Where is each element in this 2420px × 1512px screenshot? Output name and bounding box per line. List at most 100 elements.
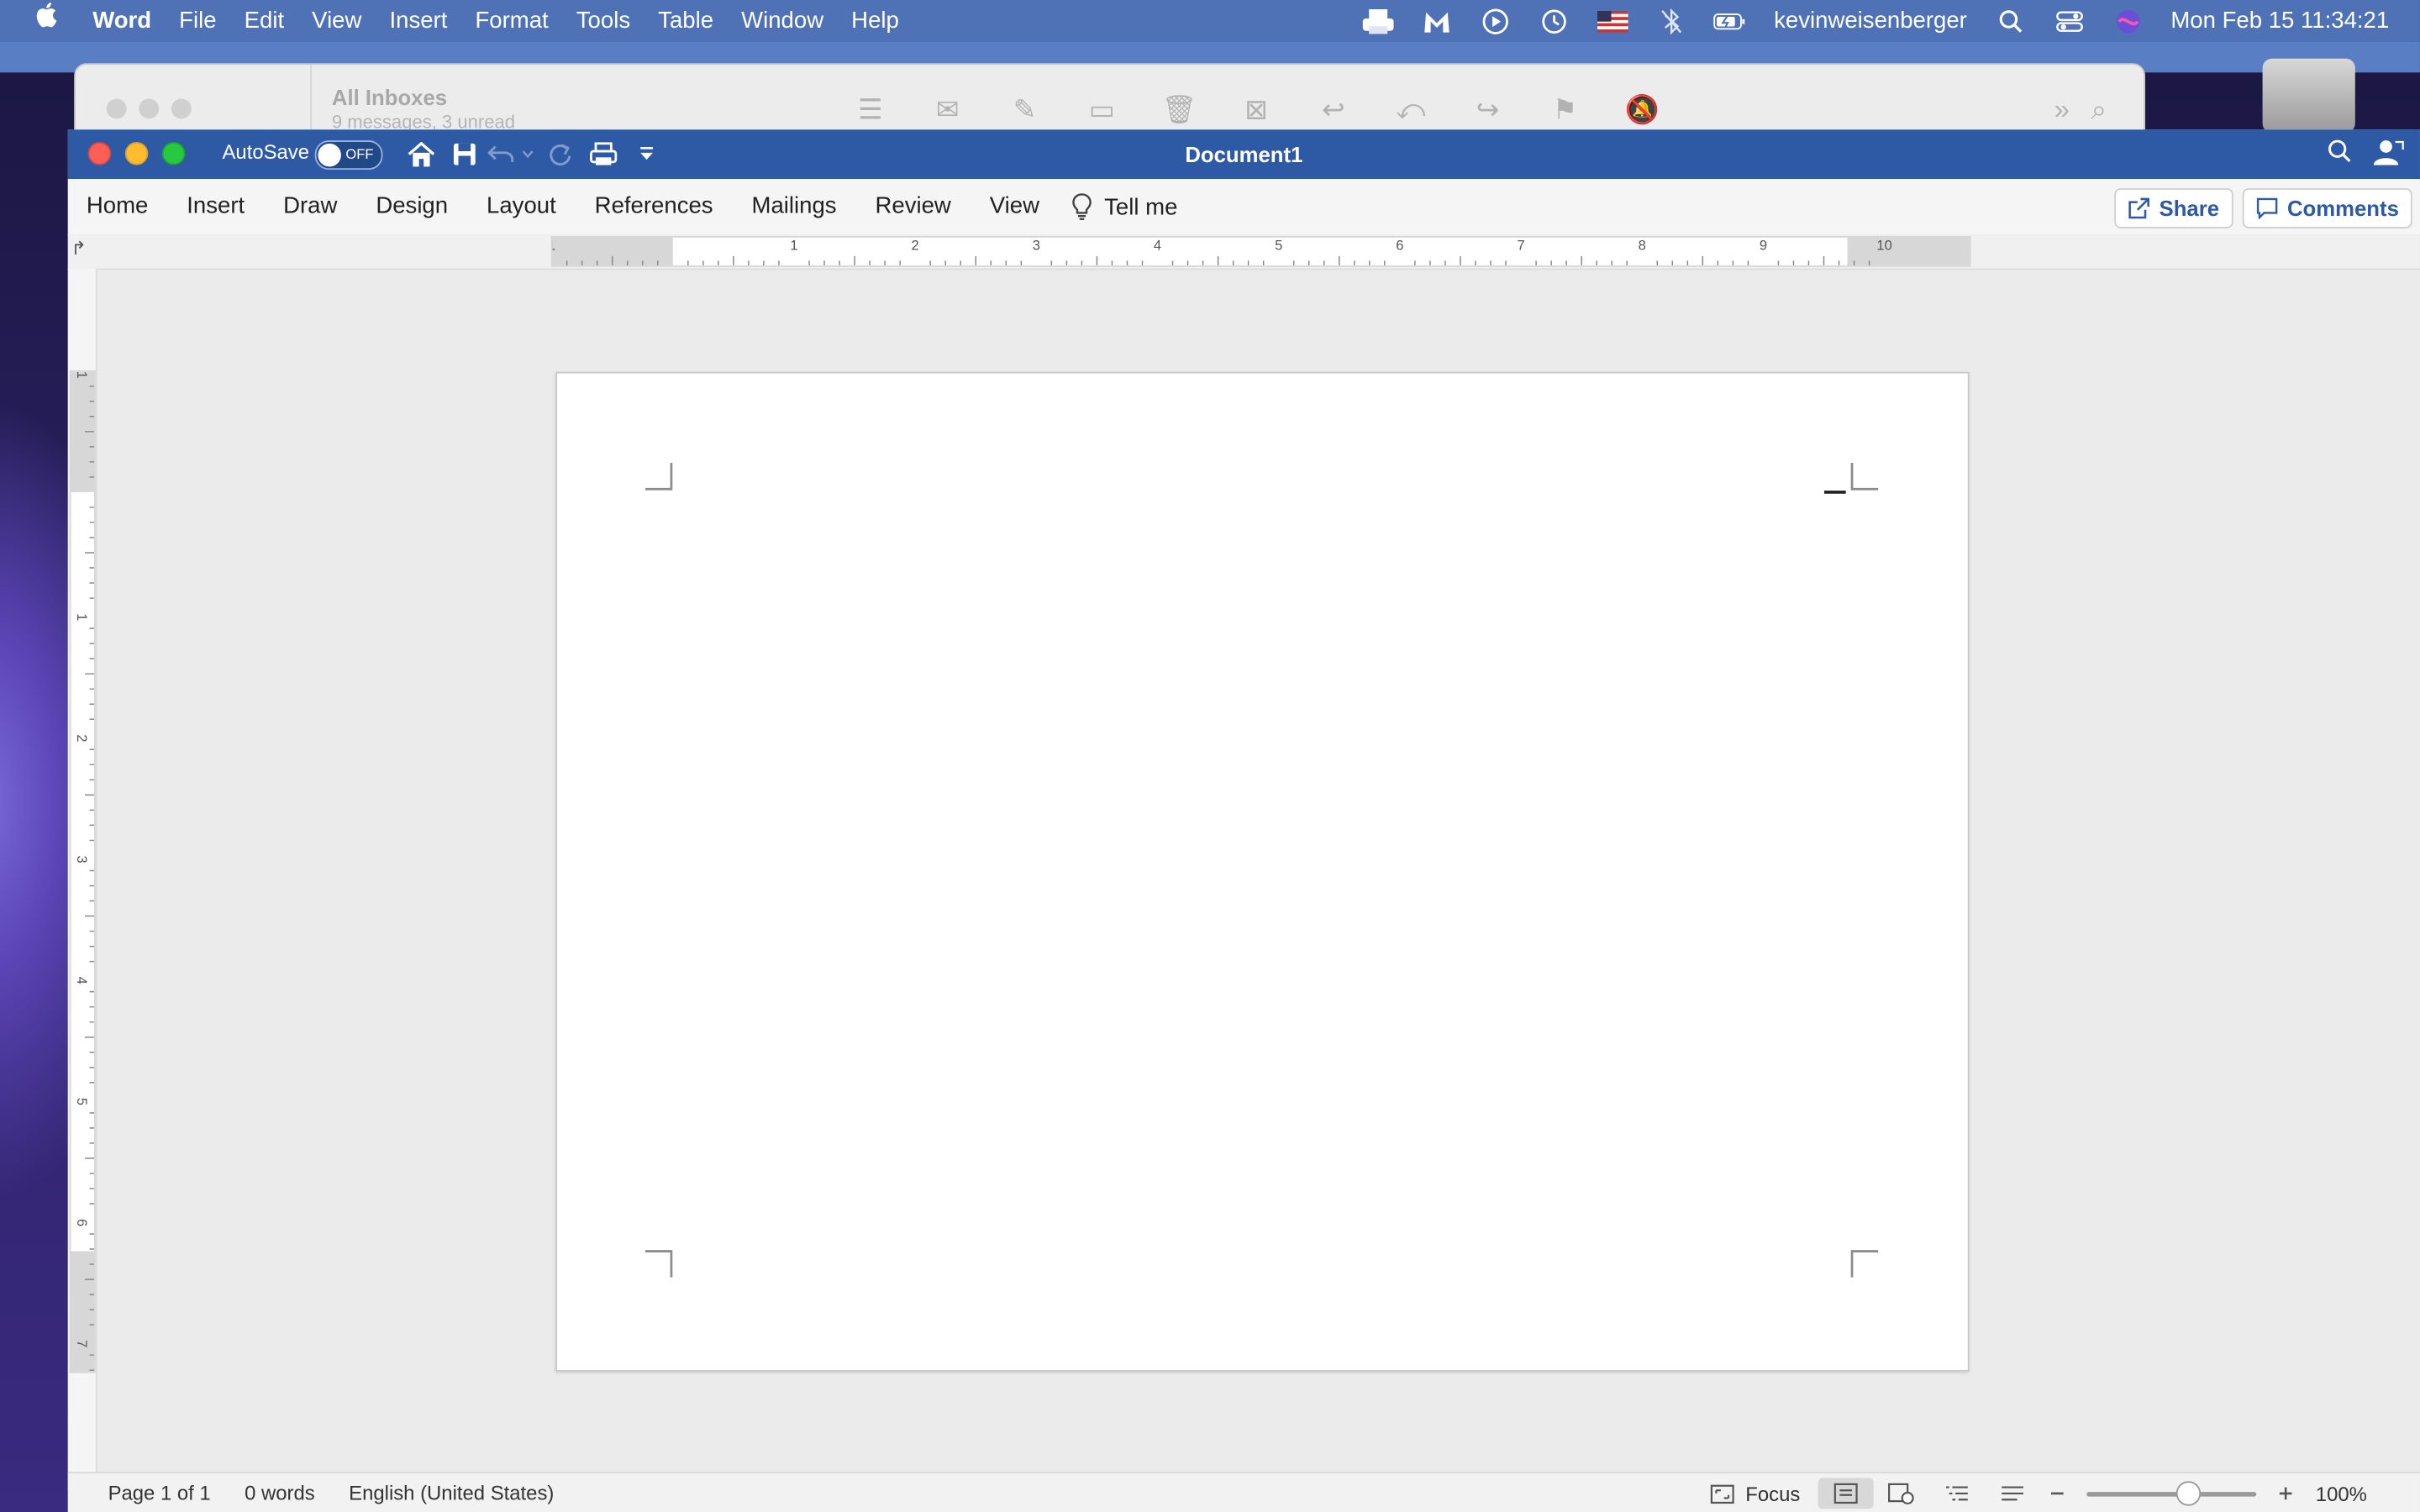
tab-draw[interactable]: Draw [265,179,357,234]
account-icon[interactable] [2373,139,2405,174]
focus-icon [1710,1483,1734,1504]
spotlight-search-icon[interactable] [1993,0,2027,42]
menu-app-word[interactable]: Word [71,0,165,42]
control-center-icon[interactable] [2052,0,2086,42]
envelope-icon[interactable]: ✉ [909,92,986,126]
menu-file[interactable]: File [166,0,230,42]
time-machine-icon[interactable] [1538,0,1571,42]
menu-window[interactable]: Window [728,0,838,42]
siri-icon[interactable] [2111,0,2144,42]
mail-mailbox-title: All Inboxes [331,85,448,110]
tell-me-label: Tell me [1104,193,1178,220]
focus-label: Focus [1745,1482,1801,1505]
web-layout-view-icon[interactable] [1875,1478,1930,1509]
tab-layout[interactable]: Layout [468,179,576,234]
ruler-number: 1 [790,238,797,254]
bluetooth-off-icon[interactable] [1655,0,1689,42]
menu-format[interactable]: Format [461,0,562,42]
word-titlebar: AutoSave OFF Document1 [67,129,2420,180]
document-canvas[interactable] [97,270,2420,1480]
page-count[interactable]: Page 1 of 1 [108,1481,211,1504]
word-window: AutoSave OFF Document1 Home Insert Draw … [67,129,2420,1512]
menu-table[interactable]: Table [644,0,728,42]
word-search-icon[interactable] [2328,139,2352,174]
horizontal-ruler[interactable]: 1 1 2 3 4 5 6 7 8 9 10 [550,236,1971,267]
vruler-number: 6 [74,1219,90,1226]
zoom-slider[interactable] [2086,1480,2258,1505]
printer-status-icon[interactable] [1362,0,1396,42]
play-circle-icon[interactable] [1479,0,1512,42]
ruler-number: 2 [912,238,919,254]
vruler-number: 5 [74,1098,90,1105]
flag-icon[interactable]: ⚑ [1526,92,1603,126]
tab-design[interactable]: Design [357,179,468,234]
tab-view[interactable]: View [971,179,1060,234]
archive-icon[interactable]: ▭ [1063,92,1140,126]
menubar-username[interactable]: kevinweisenberger [1760,0,1981,42]
compose-icon[interactable]: ✎ [986,92,1064,126]
menu-view[interactable]: View [298,0,376,42]
mail-minimize-icon[interactable] [139,98,160,119]
reply-all-icon[interactable]: ⤺ [1372,92,1449,126]
junk-icon[interactable]: ⊠ [1218,92,1295,126]
ruler-number: 4 [1154,238,1161,254]
hard-drive-icon[interactable] [2262,58,2355,133]
zoom-percent[interactable]: 100% [2303,1482,2367,1505]
filter-icon[interactable]: ☰ [832,92,909,126]
menu-edit[interactable]: Edit [230,0,298,42]
menu-tools[interactable]: Tools [562,0,644,42]
print-layout-view-icon[interactable] [1818,1478,1875,1509]
zoom-in-icon[interactable] [2270,1478,2303,1509]
tell-me-search[interactable]: Tell me [1060,193,1178,221]
tab-review[interactable]: Review [856,179,971,234]
menubar-clock[interactable]: Mon Feb 15 11:34:21 [2157,0,2420,42]
ruler-number: 5 [1275,238,1282,254]
ruler-number: 8 [1639,238,1646,254]
mail-close-icon[interactable] [106,98,127,119]
vruler-number: 2 [74,734,90,742]
us-flag-input-icon[interactable] [1597,0,1630,42]
vruler-number: 1 [74,613,90,621]
document-page[interactable] [555,371,1970,1372]
vruler-number: 4 [74,977,90,984]
forward-icon[interactable]: ↪ [1449,92,1527,126]
tab-insert[interactable]: Insert [168,179,265,234]
ribbon-tabs: Home Insert Draw Design Layout Reference… [67,179,2420,237]
ruler-number: 10 [1876,238,1891,254]
ruler-number: 6 [1396,238,1403,254]
reply-icon[interactable]: ↩ [1295,92,1372,126]
mail-zoom-icon[interactable] [171,98,192,119]
tab-home[interactable]: Home [68,179,168,234]
malwarebytes-icon[interactable] [1421,0,1455,42]
share-button[interactable]: Share [2114,188,2233,228]
vertical-ruler[interactable]: 1 1 2 3 4 5 6 7 [67,268,97,1491]
tab-selector-icon[interactable]: ↱ [71,238,86,260]
zoom-slider-knob[interactable] [2176,1480,2202,1505]
mute-icon[interactable]: 🔕 [1603,92,1681,126]
outline-view-icon[interactable] [1930,1478,1986,1509]
tab-mailings[interactable]: Mailings [733,179,856,234]
menu-help[interactable]: Help [838,0,913,42]
word-count[interactable]: 0 words [245,1481,315,1504]
apple-menu-icon[interactable] [0,0,71,42]
crop-mark-bottom-right [1850,1250,1879,1278]
mail-search-icon[interactable]: ⌕ [2060,92,2138,126]
menu-insert[interactable]: Insert [376,0,461,42]
horizontal-ruler-row: ↱ 1 1 2 3 4 5 6 7 8 9 10 [67,234,2420,270]
draft-view-icon[interactable] [1986,1478,2041,1509]
ruler-number: 1 [553,238,556,254]
zoom-out-icon[interactable] [2041,1478,2075,1509]
comments-button[interactable]: Comments [2242,188,2413,228]
battery-charging-icon[interactable] [1714,0,1748,42]
ruler-ticks: 1 1 2 3 4 5 6 7 8 9 10 [553,238,1892,265]
focus-mode-button[interactable]: Focus [1710,1478,1818,1509]
crop-mark-top-left [644,463,673,491]
ruler-number: 7 [1517,238,1524,254]
trash-icon[interactable]: 🗑 [1140,92,1218,126]
ruler-number: 9 [1760,238,1767,254]
vruler-ticks: 1 1 2 3 4 5 6 7 [74,372,95,1371]
crop-mark-top-right [1850,463,1879,491]
lightbulb-icon [1073,193,1092,221]
language-status[interactable]: English (United States) [349,1481,554,1504]
tab-references[interactable]: References [576,179,734,234]
